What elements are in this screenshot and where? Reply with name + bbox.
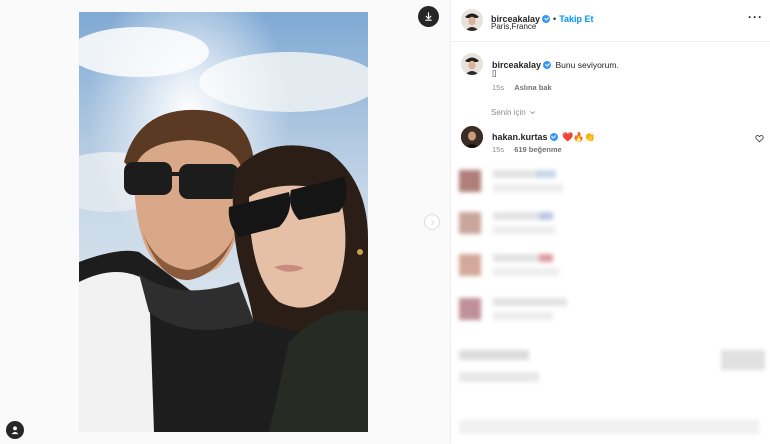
tagged-users-button[interactable] [6,421,24,439]
verified-badge-icon [542,15,551,23]
redacted-avatar [459,212,481,234]
redacted-likes [459,372,539,382]
comments-filter-label: Senin için [491,108,526,117]
comment-time[interactable]: 15s [492,145,504,154]
redacted-text [539,212,553,220]
download-icon [425,12,432,21]
author-avatar[interactable] [461,9,483,31]
avatar-image [461,126,483,148]
avatar-image [461,53,483,75]
redacted-comment-input [459,420,759,434]
redacted-text [493,226,555,234]
caption-username[interactable]: birceakalay [492,60,541,70]
comments-filter[interactable]: Senin için [491,108,536,117]
verified-badge-icon [549,133,558,141]
next-post-button[interactable] [424,214,440,230]
more-options-button[interactable]: ··· [748,10,763,24]
caption-meta: 15s Aslına bak [492,83,552,92]
download-button[interactable] [418,6,439,27]
redacted-text [493,268,559,276]
redacted-text [493,184,563,192]
redacted-text [493,298,567,306]
post-photo[interactable] [79,12,368,432]
redacted-text [539,254,553,262]
post-header: birceakalay • Takip Et Paris,France ··· [451,0,770,42]
caption-avatar[interactable] [461,53,483,75]
redacted-text [493,312,553,320]
caption-time[interactable]: 15s [492,83,504,92]
comment-line: hakan.kurtas ❤️🔥👏 [492,127,596,145]
caption-line: birceakalay Bunu seviyorum. [492,55,619,73]
chevron-right-icon [430,219,435,225]
post-location[interactable]: Paris,France [491,22,536,31]
comment-like-button[interactable] [755,130,764,148]
follow-button[interactable]: Takip Et [559,14,593,24]
media-pane [0,0,450,444]
redacted-actions [721,350,765,370]
post-side-panel: birceakalay • Takip Et Paris,France ··· bi… [450,0,770,444]
comment-username[interactable]: hakan.kurtas [492,132,548,142]
redacted-avatar [459,170,481,192]
comment-avatar[interactable] [461,126,483,148]
verified-badge-icon [543,61,552,69]
more-horizontal-icon: ··· [748,10,763,24]
heart-icon [755,135,764,143]
comment-meta: 15s 619 beğenme [492,145,562,154]
user-icon [11,426,19,435]
avatar-image [461,9,483,31]
comment-text: ❤️🔥👏 [561,132,596,142]
redacted-text [536,170,556,178]
redacted-avatar [459,254,481,276]
chevron-down-icon [530,110,535,114]
comment-likes[interactable]: 619 beğenme [514,145,562,154]
caption-second-line: ▯ [492,68,497,78]
redacted-avatar [459,298,481,320]
caption-text: Bunu seviyorum. [555,60,619,70]
photo-illustration [79,12,368,432]
see-translation-link[interactable]: Aslına bak [514,83,552,92]
redacted-actions [459,350,529,360]
separator-dot: • [553,14,557,24]
